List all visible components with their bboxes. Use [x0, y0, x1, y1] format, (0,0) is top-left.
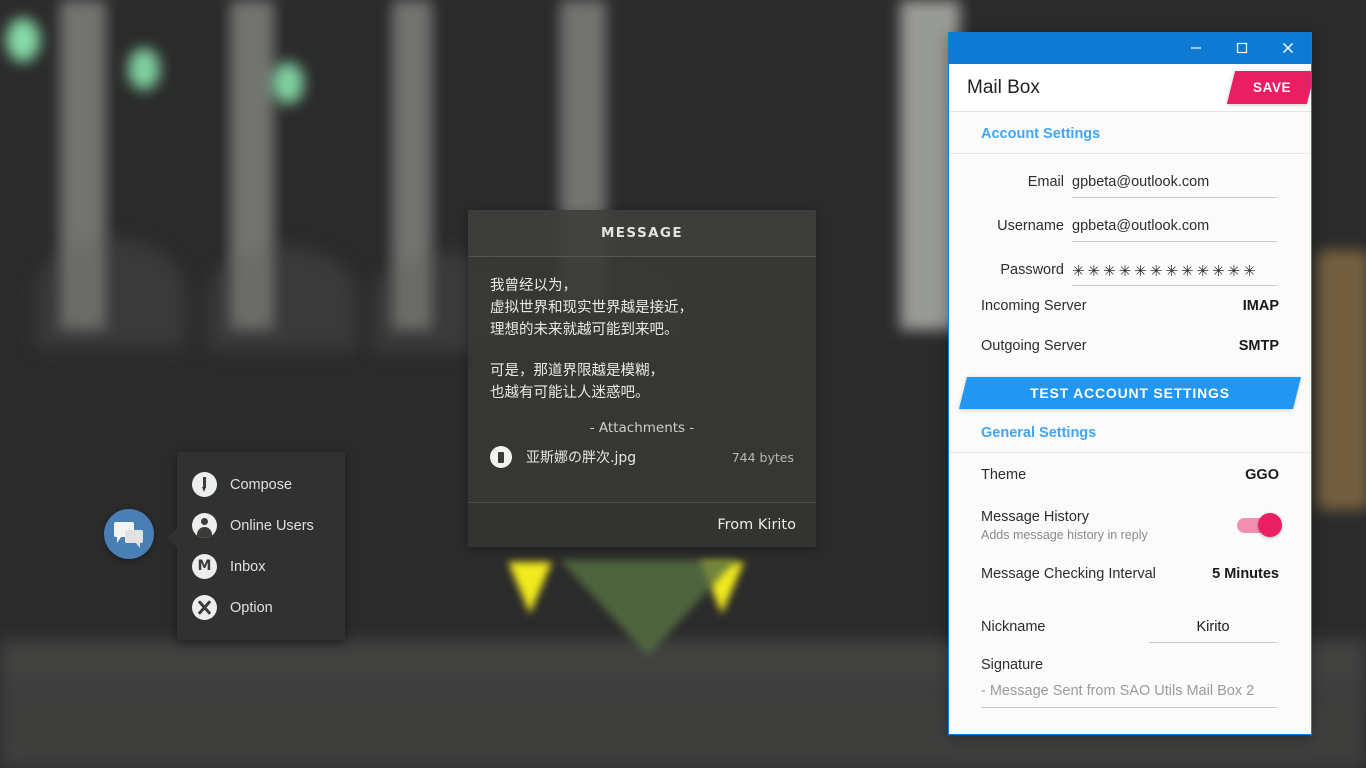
field-username[interactable]: Username gpbeta@outlook.com: [949, 198, 1311, 242]
signature-label: Signature: [949, 643, 1311, 673]
row-outgoing-server[interactable]: Outgoing Server SMTP: [949, 326, 1311, 366]
message-paragraph-gap: [490, 341, 794, 360]
settings-panel-body: Account Settings Email gpbeta@outlook.co…: [949, 112, 1311, 734]
bg-lamp-glow: [272, 62, 304, 104]
row-message-history[interactable]: Message History Adds message history in …: [949, 497, 1311, 553]
maximize-icon[interactable]: [1219, 32, 1265, 64]
field-email[interactable]: Email gpbeta@outlook.com: [949, 154, 1311, 198]
theme-value: GGO: [1245, 467, 1279, 483]
row-label: Nickname: [981, 619, 1045, 643]
row-label: Outgoing Server: [981, 338, 1087, 354]
test-account-settings-button[interactable]: TEST ACCOUNT SETTINGS: [959, 377, 1301, 409]
file-icon: [490, 446, 512, 468]
message-line: 理想的未来就越可能到来吧。: [490, 319, 794, 341]
bg-green-chevron: [560, 560, 736, 656]
row-label: Message History: [981, 509, 1148, 525]
email-input[interactable]: gpbeta@outlook.com: [1072, 174, 1277, 198]
toggle-knob: [1258, 513, 1282, 537]
attachments-title: - Attachments -: [468, 410, 816, 444]
message-line: 我曾经以为，: [490, 275, 794, 297]
row-nickname[interactable]: Nickname Kirito: [949, 595, 1311, 643]
field-label: Password: [983, 262, 1064, 286]
menu-item-label: Option: [230, 600, 273, 616]
app-header: Mail Box SAVE: [949, 64, 1311, 112]
message-history-toggle[interactable]: [1237, 518, 1279, 533]
row-incoming-server[interactable]: Incoming Server IMAP: [949, 286, 1311, 326]
row-theme[interactable]: Theme GGO: [949, 453, 1311, 497]
window-title-bar: [949, 32, 1311, 64]
person-icon: [192, 513, 217, 538]
row-label: Message Checking Interval: [981, 566, 1156, 582]
row-message-checking-interval[interactable]: Message Checking Interval 5 Minutes: [949, 553, 1311, 595]
section-header-general-settings: General Settings: [949, 409, 1311, 453]
field-label: Username: [983, 218, 1064, 242]
chat-bubble-secondary-icon: [125, 530, 143, 543]
bg-lamp-glow: [6, 18, 40, 62]
section-header-account-settings: Account Settings: [949, 112, 1311, 154]
menu-item-label: Compose: [230, 477, 292, 493]
field-label: Email: [983, 174, 1064, 198]
page-title: Mail Box: [967, 77, 1040, 99]
password-input[interactable]: ✳✳✳✳✳✳✳✳✳✳✳✳: [1072, 262, 1277, 286]
message-line: 也越有可能让人迷惑吧。: [490, 382, 794, 404]
check-interval-value: 5 Minutes: [1212, 566, 1279, 582]
field-password[interactable]: Password ✳✳✳✳✳✳✳✳✳✳✳✳: [949, 242, 1311, 286]
bg-arch: [208, 246, 358, 351]
pencil-icon: [192, 472, 217, 497]
nickname-input[interactable]: Kirito: [1149, 619, 1277, 643]
close-icon[interactable]: [1265, 32, 1311, 64]
test-account-settings-label: TEST ACCOUNT SETTINGS: [1030, 385, 1230, 401]
attachments-list: 亚斯娜の胖次.jpg 744 bytes: [468, 444, 816, 502]
menu-item-label: Online Users: [230, 518, 314, 534]
minimize-icon[interactable]: [1173, 32, 1219, 64]
menu-item-inbox[interactable]: M Inbox: [177, 546, 345, 587]
bg-lamp-glow: [128, 48, 160, 90]
mail-m-icon: M: [192, 554, 217, 579]
message-line: 虚拟世界和现实世界越是接近，: [490, 297, 794, 319]
row-description: Adds message history in reply: [981, 528, 1148, 542]
outgoing-server-value: SMTP: [1239, 338, 1279, 354]
save-button-label: SAVE: [1253, 80, 1291, 95]
message-dialog-body: 我曾经以为， 虚拟世界和现实世界越是接近， 理想的未来就越可能到来吧。 可是，那…: [468, 257, 816, 410]
mail-box-settings-window: Mail Box SAVE Account Settings Email gpb…: [948, 32, 1312, 735]
menu-item-label: Inbox: [230, 559, 265, 575]
menu-item-online-users[interactable]: Online Users: [177, 505, 345, 546]
username-input[interactable]: gpbeta@outlook.com: [1072, 218, 1277, 242]
screen: Compose Online Users M Inbox Option MESS…: [0, 0, 1366, 768]
bg-arch: [36, 238, 186, 348]
message-sender: From Kirito: [468, 502, 816, 547]
attachment-size: 744 bytes: [732, 450, 794, 465]
menu-item-option[interactable]: Option: [177, 587, 345, 628]
signature-input[interactable]: - Message Sent from SAO Utils Mail Box 2: [981, 683, 1277, 708]
message-dialog-title: MESSAGE: [468, 210, 816, 257]
message-line: 可是，那道界限越是模糊，: [490, 360, 794, 382]
row-label: Theme: [981, 467, 1026, 483]
message-dialog: MESSAGE 我曾经以为， 虚拟世界和现实世界越是接近， 理想的未来就越可能到…: [468, 210, 816, 547]
save-button[interactable]: SAVE: [1227, 71, 1312, 104]
chat-fab-button[interactable]: [104, 509, 154, 559]
attachment-row[interactable]: 亚斯娜の胖次.jpg 744 bytes: [490, 446, 794, 468]
row-label: Incoming Server: [981, 298, 1087, 314]
menu-item-compose[interactable]: Compose: [177, 464, 345, 505]
attachment-name: 亚斯娜の胖次.jpg: [526, 447, 718, 467]
incoming-server-value: IMAP: [1243, 298, 1279, 314]
tools-icon: [192, 595, 217, 620]
message-history-texts: Message History Adds message history in …: [981, 509, 1148, 542]
bg-warm-glow: [1316, 250, 1366, 510]
bg-yellow-beam: [508, 562, 552, 614]
popup-menu: Compose Online Users M Inbox Option: [177, 452, 345, 640]
